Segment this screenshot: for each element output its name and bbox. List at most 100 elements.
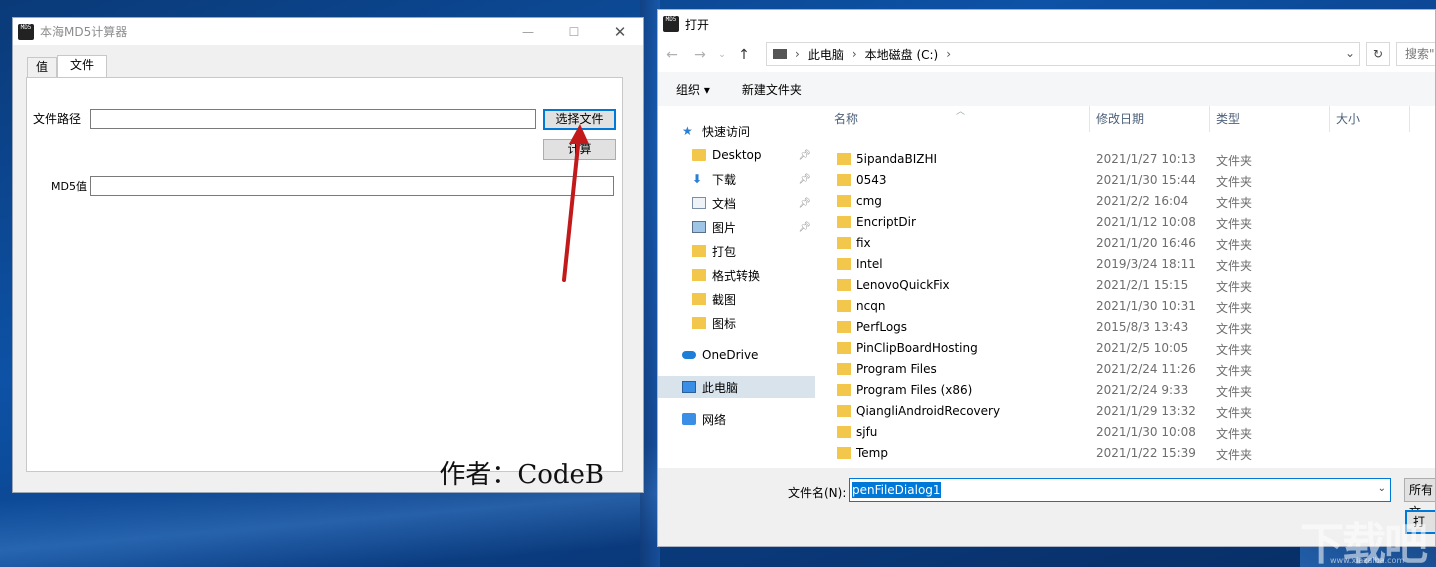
nav-label: 图标 [712, 316, 737, 331]
file-date: 2021/2/2 16:04 [1096, 194, 1189, 208]
organize-button[interactable]: 组织 ▾ [676, 81, 710, 98]
file-name: QiangliAndroidRecovery [856, 404, 1001, 418]
file-path-input[interactable] [90, 109, 536, 129]
maximize-button[interactable]: ☐ [551, 18, 597, 45]
file-name: 0543 [856, 173, 887, 187]
nav-onedrive[interactable]: OneDrive [682, 344, 839, 366]
new-folder-button[interactable]: 新建文件夹 [742, 81, 802, 98]
file-row[interactable]: ncqn 2021/1/30 10:31 文件夹 [818, 296, 1435, 317]
file-row[interactable]: 5ipandaBIZHI 2021/1/27 10:13 文件夹 [818, 149, 1435, 170]
file-row[interactable]: EncriptDir 2021/1/12 10:08 文件夹 [818, 212, 1435, 233]
column-divider[interactable] [1409, 106, 1410, 132]
recent-locations-icon[interactable]: ⌄ [714, 50, 730, 60]
nav-label: 图片 [712, 220, 737, 235]
md5-titlebar[interactable]: MD5 本海MD5计算器 — ☐ ✕ [13, 18, 643, 45]
close-button[interactable]: ✕ [597, 18, 643, 45]
file-type: 文件夹 [1216, 280, 1253, 294]
nav-label: 下载 [712, 172, 737, 187]
breadcrumb-chevron-icon[interactable]: › [852, 47, 857, 61]
folder-icon [692, 149, 706, 161]
file-type: 文件夹 [1216, 448, 1253, 462]
file-row[interactable]: 0543 2021/1/30 15:44 文件夹 [818, 170, 1435, 191]
nav-this-pc[interactable]: 此电脑 [658, 376, 815, 398]
file-type: 文件夹 [1216, 259, 1253, 273]
folder-icon [692, 317, 706, 329]
file-name: fix [856, 236, 871, 250]
back-arrow-icon[interactable]: ← [658, 47, 686, 63]
file-type: 文件夹 [1216, 238, 1253, 252]
chevron-down-icon[interactable]: ⌄ [1378, 483, 1386, 494]
file-row[interactable]: Intel 2019/3/24 18:11 文件夹 [818, 254, 1435, 275]
file-row[interactable]: fix 2021/1/20 16:46 文件夹 [818, 233, 1435, 254]
pin-icon: 📌︎ [798, 173, 811, 185]
nav-label: 网络 [702, 412, 727, 427]
file-date: 2015/8/3 13:43 [1096, 320, 1189, 334]
forward-arrow-icon[interactable]: → [686, 47, 714, 63]
column-header-name[interactable]: 名称 [828, 106, 1078, 132]
file-row[interactable]: LenovoQuickFix 2021/2/1 15:15 文件夹 [818, 275, 1435, 296]
file-date: 2021/1/30 15:44 [1096, 173, 1196, 187]
address-bar[interactable]: › 此电脑 › 本地磁盘 (C:) › ⌄ [766, 42, 1360, 66]
computer-icon [773, 49, 787, 59]
file-row[interactable]: Program Files 2021/2/24 11:26 文件夹 [818, 359, 1435, 380]
nav-label: 打包 [712, 244, 737, 259]
pin-icon: 📌︎ [798, 197, 811, 209]
file-type-filter[interactable]: 所有文 [1404, 478, 1435, 519]
tab-strip: 值 文件 [27, 55, 108, 77]
md5-value-output[interactable] [90, 176, 614, 196]
file-type: 文件夹 [1216, 364, 1253, 378]
folder-icon [837, 447, 851, 459]
file-type: 文件夹 [1216, 343, 1253, 357]
file-row[interactable]: QiangliAndroidRecovery 2021/1/29 13:32 文件夹 [818, 401, 1435, 422]
filename-input[interactable]: penFileDialog1 ⌄ [849, 478, 1391, 502]
file-type: 文件夹 [1216, 217, 1253, 231]
breadcrumb-local-disk[interactable]: 本地磁盘 (C:) [865, 46, 939, 63]
tab-value[interactable]: 值 [27, 57, 58, 77]
folder-icon [837, 300, 851, 312]
address-dropdown-icon[interactable]: ⌄ [1345, 46, 1355, 60]
navigation-pane: ★ 快速访问 Desktop 📌︎ ⬇ 下载 📌︎ 文档 📌︎ 图片 📌︎ 打包 [658, 116, 815, 468]
column-header-size[interactable]: 大小 [1330, 106, 1410, 132]
file-row[interactable]: Temp 2021/1/22 15:39 文件夹 [818, 443, 1435, 464]
column-header-date[interactable]: 修改日期 [1090, 106, 1208, 132]
file-date: 2021/1/22 15:39 [1096, 446, 1196, 460]
file-type: 文件夹 [1216, 154, 1253, 168]
dialog-app-icon: MD5 [663, 16, 679, 32]
folder-icon [837, 405, 851, 417]
nav-label: OneDrive [702, 348, 759, 362]
file-name: Intel [856, 257, 883, 271]
file-tab-page: 文件路径 选择文件 计算 MD5值 作者：CodeB [26, 77, 623, 490]
file-type: 文件夹 [1216, 406, 1253, 420]
dialog-titlebar[interactable]: MD5 打开 [658, 10, 1435, 38]
folder-icon [837, 426, 851, 438]
nav-label: 文档 [712, 196, 737, 211]
file-date: 2019/3/24 18:11 [1096, 257, 1196, 271]
nav-network[interactable]: 网络 [682, 408, 839, 430]
nav-quick-access[interactable]: ★ 快速访问 [682, 120, 839, 142]
breadcrumb-this-pc[interactable]: 此电脑 [808, 46, 844, 63]
column-header-type[interactable]: 类型 [1210, 106, 1328, 132]
file-row[interactable]: cmg 2021/2/2 16:04 文件夹 [818, 191, 1435, 212]
file-name: sjfu [856, 425, 878, 439]
breadcrumb-chevron-icon[interactable]: › [946, 47, 951, 61]
file-name: Program Files (x86) [856, 383, 973, 397]
file-row[interactable]: PinClipBoardHosting 2021/2/5 10:05 文件夹 [818, 338, 1435, 359]
file-row[interactable]: Program Files (x86) 2021/2/24 9:33 文件夹 [818, 380, 1435, 401]
maximize-icon: ☐ [568, 24, 580, 39]
file-date: 2021/1/20 16:46 [1096, 236, 1196, 250]
network-icon [682, 413, 696, 425]
search-input[interactable]: 搜索" [1396, 42, 1435, 66]
file-row[interactable]: sjfu 2021/1/30 10:08 文件夹 [818, 422, 1435, 443]
open-file-dialog: MD5 打开 ← → ⌄ ↑ › 此电脑 › 本地磁盘 (C:) › ⌄ ↻ 搜… [657, 9, 1436, 547]
up-arrow-icon[interactable]: ↑ [730, 47, 758, 63]
tab-file[interactable]: 文件 [57, 55, 108, 77]
folder-icon [837, 174, 851, 186]
file-type: 文件夹 [1216, 196, 1253, 210]
file-type: 文件夹 [1216, 385, 1253, 399]
file-date: 2021/1/12 10:08 [1096, 215, 1196, 229]
breadcrumb-chevron-icon[interactable]: › [795, 47, 800, 61]
file-row[interactable]: PerfLogs 2015/8/3 13:43 文件夹 [818, 317, 1435, 338]
refresh-icon[interactable]: ↻ [1366, 42, 1390, 66]
folder-icon [837, 342, 851, 354]
minimize-button[interactable]: — [505, 18, 551, 45]
